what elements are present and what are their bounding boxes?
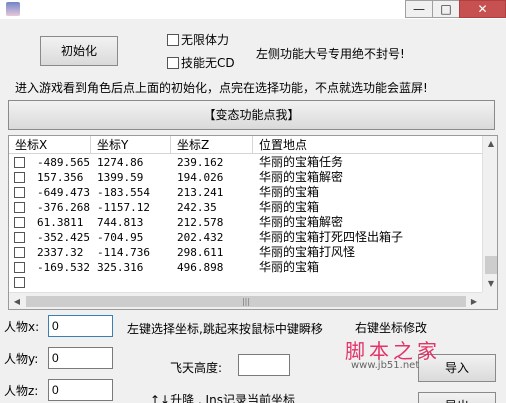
cell-y: -183.554 — [97, 186, 150, 199]
cell-z: 213.241 — [177, 186, 224, 199]
cell-x: -352.425 — [37, 231, 90, 244]
coordinate-list[interactable]: 坐标X 坐标Y 坐标Z 位置地点 -489.565 1274.86 239.162 华… — [8, 135, 498, 310]
cell-z: 239.162 — [177, 156, 224, 169]
cell-x: 61.3811 — [37, 216, 84, 229]
export-button[interactable]: 导出 — [418, 392, 496, 403]
select-hint: 左键选择坐标,跳起来按鼠标中键瞬移 — [127, 322, 323, 336]
cell-z: 298.611 — [177, 246, 224, 259]
scroll-thumb[interactable]: ||| — [26, 296, 466, 307]
init-button[interactable]: 初始化 — [40, 36, 118, 66]
cell-z: 194.026 — [177, 171, 224, 184]
cell-location: 华丽的宝箱 — [259, 185, 320, 199]
table-row[interactable]: 61.3811 744.813 212.578 华丽的宝箱解密 — [9, 215, 482, 230]
list-rows: -489.565 1274.86 239.162 华丽的宝箱任务 157.356 1399… — [9, 155, 482, 292]
table-row[interactable]: -169.532 325.316 496.898 华丽的宝箱 — [9, 260, 482, 275]
close-button[interactable]: ✕ — [459, 0, 506, 18]
fly-height-label: 飞天高度: — [170, 361, 223, 375]
cell-y: -114.736 — [97, 246, 150, 259]
checkbox-box[interactable] — [167, 33, 179, 46]
row-checkbox[interactable] — [14, 202, 25, 213]
table-row[interactable]: -352.425 -704.95 202.432 华丽的宝箱打死四怪出箱子 — [9, 230, 482, 245]
row-checkbox[interactable] — [14, 157, 25, 168]
table-row[interactable]: -489.565 1274.86 239.162 华丽的宝箱任务 — [9, 155, 482, 170]
cell-y: -1157.12 — [97, 201, 150, 214]
table-row[interactable]: -376.268 -1157.12 242.35 华丽的宝箱 — [9, 200, 482, 215]
row-checkbox[interactable] — [14, 247, 25, 258]
checkbox-label: 无限体力 — [181, 33, 230, 47]
table-row[interactable]: 157.356 1399.59 194.026 华丽的宝箱解密 — [9, 170, 482, 185]
row-checkbox[interactable] — [14, 262, 25, 273]
note-text: 左侧功能大号专用绝不封号! — [256, 47, 405, 61]
instruction-text: 进入游戏看到角色后点上面的初始化，点完在选择功能，不点就选功能会蓝屏! — [15, 81, 428, 95]
table-row[interactable] — [9, 275, 482, 290]
cell-z: 242.35 — [177, 201, 217, 214]
row-checkbox[interactable] — [14, 217, 25, 228]
cell-location: 华丽的宝箱 — [259, 260, 320, 274]
cell-z: 202.432 — [177, 231, 224, 244]
cell-y: 1274.86 — [97, 156, 144, 169]
cell-x: -489.565 — [37, 156, 90, 169]
row-checkbox[interactable] — [14, 232, 25, 243]
row-checkbox[interactable] — [14, 277, 25, 288]
row-checkbox[interactable] — [14, 187, 25, 198]
scroll-thumb[interactable] — [485, 256, 497, 274]
cell-location: 华丽的宝箱打死四怪出箱子 — [259, 230, 404, 244]
edit-hint: 右键坐标修改 — [355, 321, 428, 335]
cell-y: 325.316 — [97, 261, 144, 274]
table-row[interactable]: 2337.32 -114.736 298.611 华丽的宝箱打风怪 — [9, 245, 482, 260]
cell-x: 157.356 — [37, 171, 84, 184]
scroll-up-icon[interactable]: ▲ — [483, 136, 497, 152]
cell-location: 华丽的宝箱任务 — [259, 155, 344, 169]
position-z-field[interactable] — [48, 379, 113, 401]
import-button[interactable]: 导入 — [418, 354, 496, 382]
cell-y: 744.813 — [97, 216, 144, 229]
skill-no-cd-checkbox[interactable]: 技能无CD — [167, 54, 235, 71]
cell-location: 华丽的宝箱 — [259, 200, 320, 214]
cell-x: 2337.32 — [37, 246, 84, 259]
transform-button[interactable]: 【变态功能点我】 — [8, 100, 495, 130]
title-bar: — □ ✕ — [0, 0, 506, 19]
cell-z: 212.578 — [177, 216, 224, 229]
label-z: 人物z: — [4, 384, 39, 398]
cell-y: -704.95 — [97, 231, 144, 244]
cell-y: 1399.59 — [97, 171, 144, 184]
cell-location: 华丽的宝箱打风怪 — [259, 245, 356, 259]
cell-location: 华丽的宝箱解密 — [259, 170, 344, 184]
position-y-field[interactable] — [48, 347, 113, 369]
scroll-left-icon[interactable]: ◀ — [9, 293, 25, 309]
minimize-button[interactable]: — — [405, 0, 433, 18]
row-checkbox[interactable] — [14, 172, 25, 183]
column-header-x[interactable]: 坐标X — [9, 136, 91, 154]
column-header-location[interactable]: 位置地点 — [253, 136, 482, 154]
window-client: 初始化 无限体力 技能无CD 左侧功能大号专用绝不封号! 进入游戏看到角色后点上… — [0, 19, 506, 403]
cell-z: 496.898 — [177, 261, 224, 274]
cell-x: -649.473 — [37, 186, 90, 199]
keys-hint: ↑↓升降 , Ins记录当前坐标 — [150, 393, 295, 403]
position-x-field[interactable] — [48, 315, 113, 337]
maximize-button[interactable]: □ — [432, 0, 460, 18]
fly-height-field[interactable] — [238, 354, 290, 376]
checkbox-label: 技能无CD — [181, 56, 235, 70]
cell-x: -376.268 — [37, 201, 90, 214]
vertical-scrollbar[interactable]: ▲ ▼ — [482, 136, 497, 292]
column-header-y[interactable]: 坐标Y — [91, 136, 171, 154]
unlimited-stamina-checkbox[interactable]: 无限体力 — [167, 31, 229, 48]
scroll-corner — [482, 292, 497, 309]
label-y: 人物y: — [4, 352, 39, 366]
table-row[interactable]: -649.473 -183.554 213.241 华丽的宝箱 — [9, 185, 482, 200]
checkbox-box[interactable] — [167, 56, 179, 69]
scroll-down-icon[interactable]: ▼ — [483, 276, 497, 292]
label-x: 人物x: — [4, 320, 40, 334]
cell-location: 华丽的宝箱解密 — [259, 215, 344, 229]
app-icon — [6, 2, 20, 16]
cell-x: -169.532 — [37, 261, 90, 274]
column-header-z[interactable]: 坐标Z — [171, 136, 253, 154]
horizontal-scrollbar[interactable]: ◀ ||| ▶ — [9, 292, 482, 309]
scroll-right-icon[interactable]: ▶ — [466, 293, 482, 309]
list-header: 坐标X 坐标Y 坐标Z 位置地点 — [9, 136, 482, 154]
watermark-url: www.jb51.net — [351, 360, 420, 371]
